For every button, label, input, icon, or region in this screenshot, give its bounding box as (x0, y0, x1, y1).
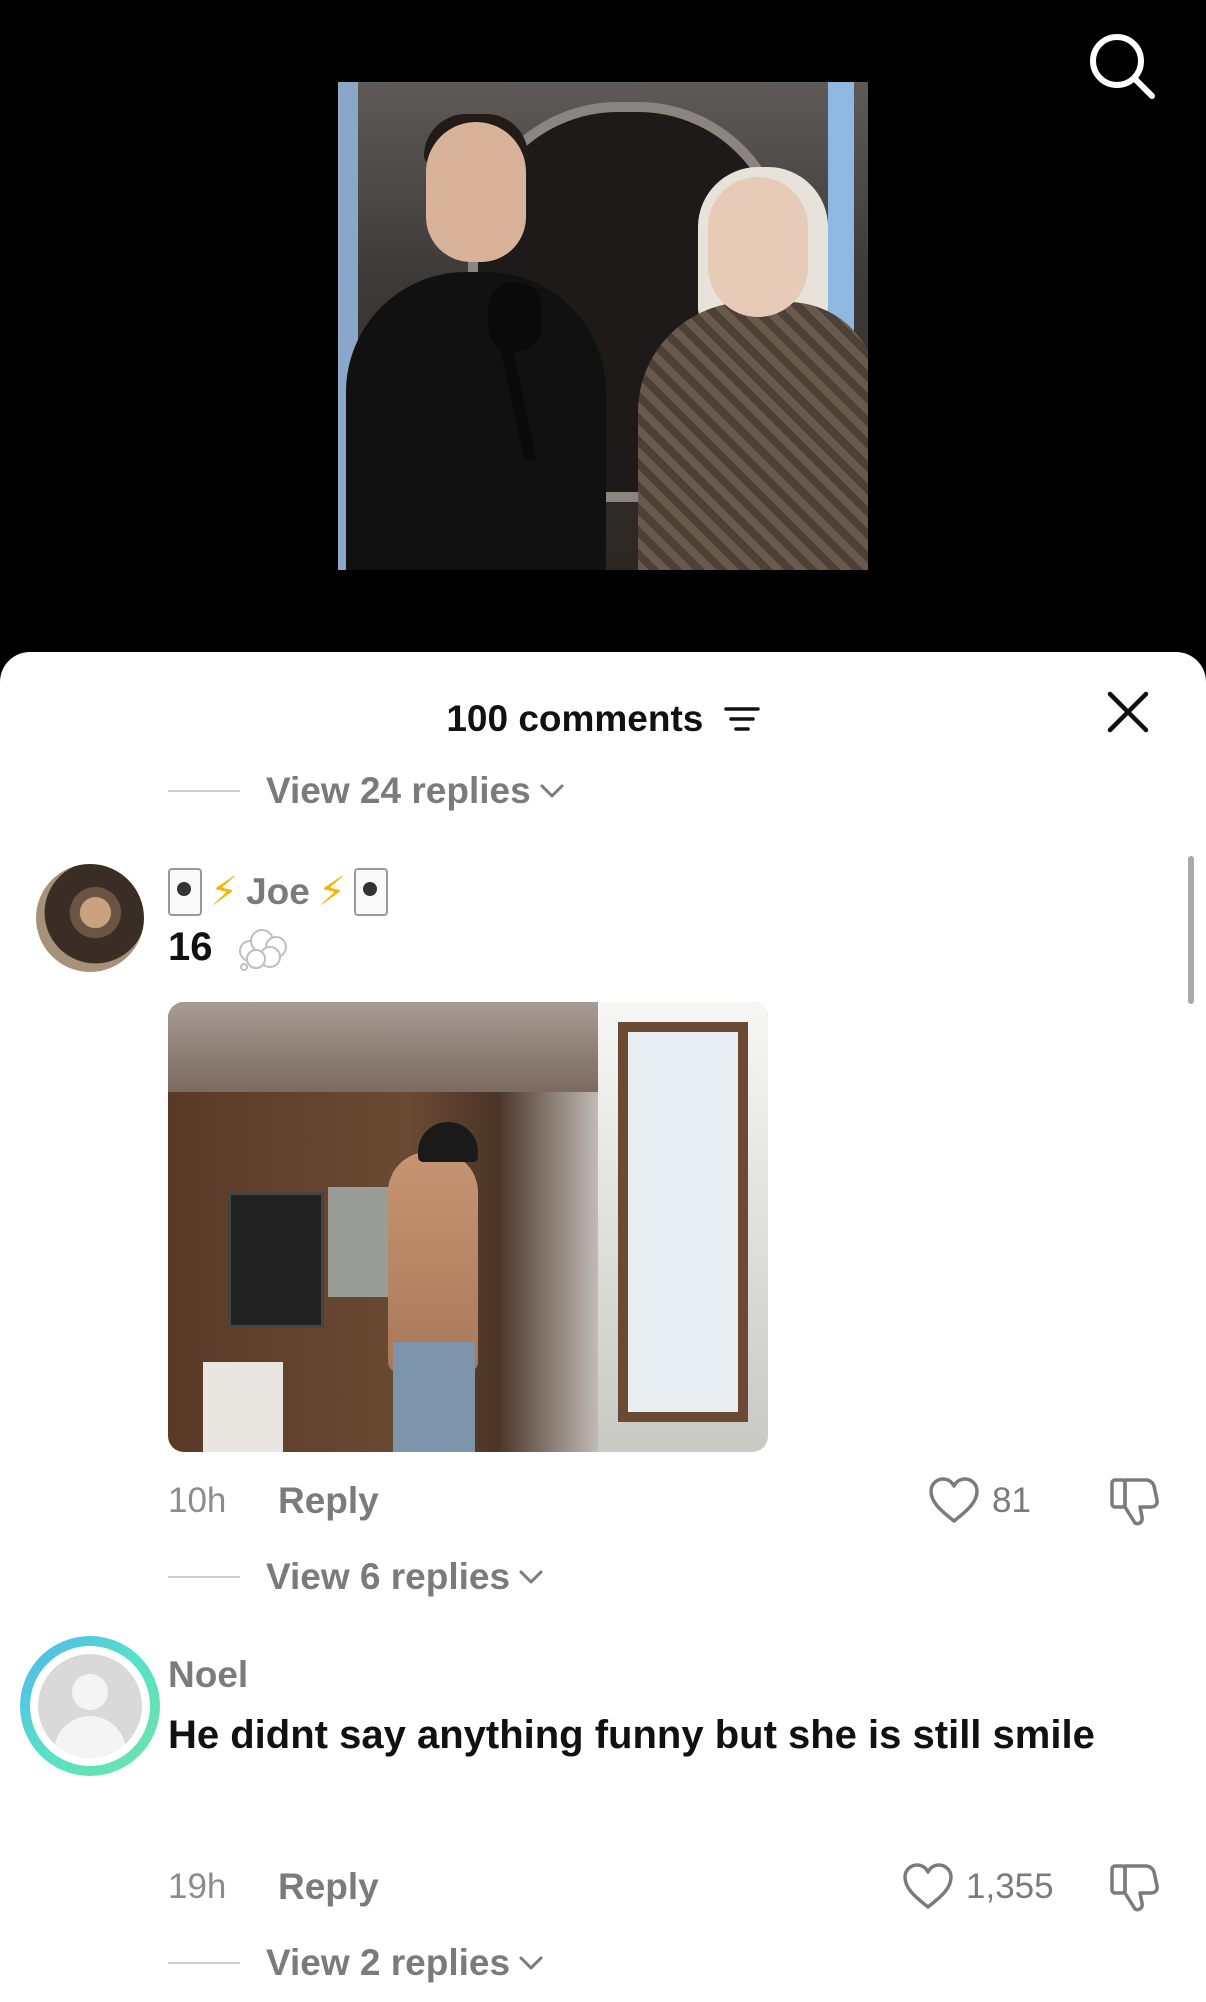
like-button[interactable]: 81 (928, 1476, 1031, 1526)
username-text: Joe (246, 871, 310, 912)
video-man-face (426, 122, 526, 262)
comment-body: 16 (168, 925, 213, 969)
close-button[interactable] (1104, 688, 1152, 736)
thread-line (168, 790, 240, 792)
video-man (346, 272, 606, 570)
image-poster (228, 1192, 324, 1328)
image-cap (418, 1122, 478, 1162)
image-desk (203, 1362, 283, 1452)
comment-username[interactable]: ⚡ Joe ⚡ (168, 868, 388, 916)
dislike-button[interactable] (1108, 1862, 1160, 1919)
like-button[interactable]: 1,355 (902, 1862, 1054, 1912)
reply-button[interactable]: Reply (278, 1480, 379, 1522)
comment-count: 100 comments (446, 698, 704, 740)
heart-icon (929, 1477, 979, 1523)
chevron-down-icon (519, 1570, 543, 1584)
thread-line (168, 1962, 240, 1964)
video-woman-face (708, 177, 808, 317)
chevron-down-icon (540, 784, 564, 798)
image-window (618, 1022, 748, 1422)
thumbs-down-icon (1110, 1864, 1159, 1912)
video-microphone (488, 282, 542, 352)
view-replies-label: View 6 replies (266, 1556, 511, 1597)
close-icon (1107, 691, 1149, 733)
avatar-torso (54, 1716, 126, 1758)
search-icon (1090, 34, 1155, 99)
lightning-emoji: ⚡ (210, 870, 239, 914)
joker-card-emoji (353, 868, 388, 916)
chevron-down-icon (519, 1956, 543, 1970)
comment-image[interactable] (168, 1002, 768, 1452)
reply-button[interactable]: Reply (278, 1866, 379, 1908)
image-person (388, 1152, 478, 1372)
heart-icon (903, 1863, 953, 1909)
avatar-head (72, 1674, 108, 1710)
thumbs-down-icon (1110, 1478, 1159, 1526)
lightning-emoji: ⚡ (317, 870, 346, 914)
comments-scrollbar[interactable] (1188, 856, 1194, 1004)
comments-sheet: 100 comments View 24 replies ⚡ Joe ⚡ 16 … (0, 652, 1206, 2002)
comment-time: 10h (168, 1481, 227, 1520)
joker-card-emoji (168, 868, 202, 916)
search-button[interactable] (1086, 30, 1158, 102)
video-thumbnail[interactable] (338, 82, 868, 570)
view-replies-label: View 2 replies (266, 1942, 511, 1983)
view-replies-button[interactable]: View 24 replies (168, 766, 565, 816)
like-count: 1,355 (966, 1867, 1054, 1906)
comment-text: 16 (168, 916, 290, 978)
thread-line (168, 1576, 240, 1578)
avatar[interactable] (36, 864, 144, 972)
comments-header: 100 comments (0, 688, 1206, 748)
comment-text: He didnt say anything funny but she is s… (168, 1704, 1128, 1766)
image-jeans (393, 1342, 475, 1452)
username-text: Noel (168, 1654, 249, 1695)
comment-count-sort[interactable]: 100 comments (0, 696, 1206, 740)
view-replies-button[interactable]: View 6 replies (168, 1552, 544, 1602)
comment-body: He didnt say anything funny but she is s… (168, 1713, 1095, 1757)
comment-time: 19h (168, 1867, 227, 1906)
video-woman (638, 302, 868, 570)
view-replies-button[interactable]: View 2 replies (168, 1938, 544, 1988)
comment-username[interactable]: Noel (168, 1654, 248, 1696)
default-avatar-icon (38, 1654, 142, 1758)
like-count: 81 (992, 1481, 1031, 1520)
thought-bubble-icon (238, 929, 287, 972)
sort-icon[interactable] (723, 704, 760, 734)
video-player[interactable] (0, 0, 1206, 660)
dislike-button[interactable] (1108, 1476, 1160, 1533)
view-replies-label: View 24 replies (266, 770, 531, 811)
avatar[interactable] (30, 1646, 150, 1766)
